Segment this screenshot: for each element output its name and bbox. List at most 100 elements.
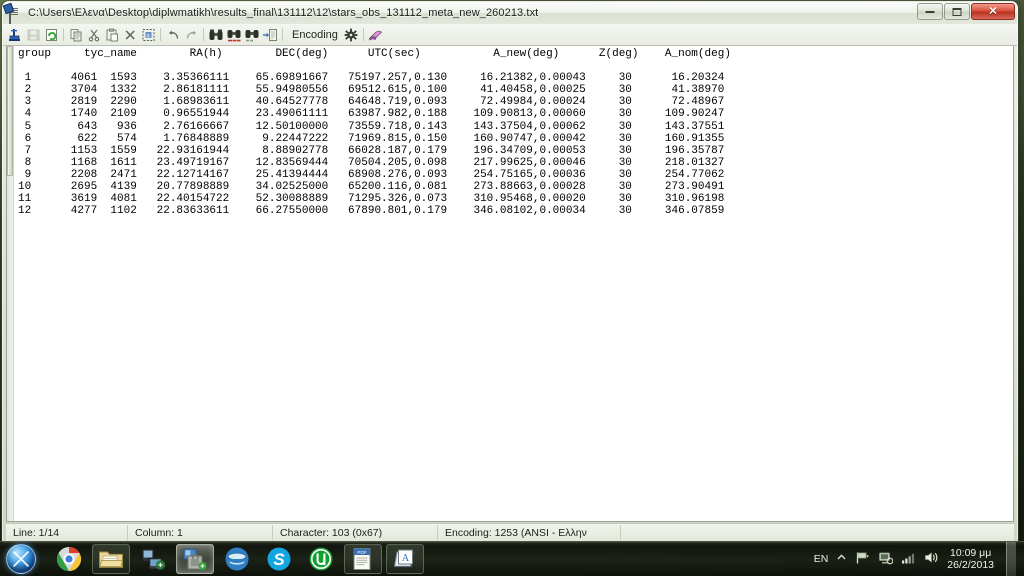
status-column: Column: 1	[128, 525, 273, 541]
copy-icon	[70, 28, 81, 41]
open-file-button[interactable]	[6, 26, 24, 43]
status-character: Character: 103 (0x67)	[273, 525, 438, 541]
taskbar-utorrent[interactable]	[302, 544, 340, 574]
taskbar-explorer[interactable]	[92, 544, 130, 574]
binoculars-previous-icon	[245, 29, 259, 41]
status-trailing	[621, 525, 1014, 541]
undo-button[interactable]	[164, 26, 182, 43]
taskbar-notepad2[interactable]: A	[386, 544, 424, 574]
floppy-disk-icon	[27, 29, 39, 40]
copy-button[interactable]	[67, 26, 85, 43]
status-encoding: Encoding: 1253 (ANSI - Ελλην	[438, 525, 621, 541]
minimize-button[interactable]	[917, 3, 943, 20]
volume-button[interactable]	[924, 551, 939, 567]
select-all-button[interactable]: a	[139, 26, 157, 43]
folder-explorer-icon	[99, 551, 124, 568]
show-desktop-button[interactable]	[1006, 542, 1016, 576]
minimize-icon	[925, 10, 935, 13]
svg-text:PDF: PDF	[357, 550, 366, 555]
goto-line-button[interactable]	[261, 26, 279, 43]
toolbar-separator	[360, 27, 367, 42]
toolbar-separator	[279, 27, 286, 42]
vertical-scrollbar[interactable]	[7, 46, 14, 521]
taskbar-devices[interactable]	[134, 544, 172, 574]
gear-icon	[344, 28, 358, 41]
goto-page-icon	[263, 28, 277, 41]
svg-text:A: A	[402, 553, 410, 564]
x-cross-icon	[125, 29, 135, 40]
chevron-up-icon	[837, 554, 846, 560]
scrollbar-thumb[interactable]	[7, 46, 13, 176]
editor-area[interactable]: group tyc_name RA(h) DEC(deg) UTC(sec) A…	[6, 46, 1014, 522]
encoding-settings-button[interactable]	[342, 26, 360, 43]
taskbar-pdf[interactable]: PDF	[344, 544, 382, 574]
action-center-button[interactable]	[855, 551, 870, 568]
network-status-button[interactable]	[878, 551, 894, 568]
close-button[interactable]: ✕	[971, 3, 1015, 20]
clipboard-icon	[106, 28, 118, 41]
pdf-document-icon: PDF	[353, 548, 371, 570]
save-file-button[interactable]	[24, 26, 42, 43]
signal-strength-button[interactable]	[901, 552, 916, 567]
text-document-icon	[9, 5, 23, 24]
action-center-flag-icon	[857, 552, 870, 563]
start-button[interactable]	[2, 543, 40, 575]
paste-button[interactable]	[103, 26, 121, 43]
blue-swirl-icon	[225, 547, 249, 571]
status-line: Line: 1/14	[6, 525, 128, 541]
locked-folder-icon	[183, 548, 207, 570]
binoculars-next-icon	[227, 29, 241, 41]
toolbar-separator	[200, 27, 207, 42]
text-editor-icon: A	[393, 549, 414, 568]
find-next-button[interactable]	[225, 26, 243, 43]
windows-start-orb-icon	[6, 544, 36, 574]
svg-text:S: S	[273, 550, 285, 569]
system-tray: EN 10:09 μμ 26/2/2013	[814, 542, 1024, 576]
main-toolbar: a Encoding	[3, 24, 1017, 46]
find-previous-button[interactable]	[243, 26, 261, 43]
editor-text-content[interactable]: group tyc_name RA(h) DEC(deg) UTC(sec) A…	[14, 46, 1013, 521]
toolbar-separator	[60, 27, 67, 42]
window-controls: ✕	[917, 3, 1015, 20]
refresh-page-icon	[45, 28, 57, 41]
tray-language[interactable]: EN	[814, 553, 829, 565]
scissors-icon	[88, 29, 99, 41]
select-all-icon: a	[142, 28, 154, 41]
taskbar-secure-folder[interactable]	[176, 544, 214, 574]
delete-button[interactable]	[121, 26, 139, 43]
reload-file-button[interactable]	[42, 26, 60, 43]
taskbar-items: S PDF A	[50, 544, 424, 574]
chrome-icon	[56, 547, 82, 571]
notepad2-window: C:\Users\Ελενα\Desktop\diplwmatikh\resul…	[2, 1, 1018, 543]
binoculars-icon	[209, 29, 223, 40]
redo-arrow-icon	[186, 30, 196, 39]
clock-time: 10:09 μμ	[949, 547, 992, 559]
status-bar: Line: 1/14 Column: 1 Character: 103 (0x6…	[6, 523, 1014, 542]
encoding-menu-label[interactable]: Encoding	[286, 29, 342, 41]
maximize-button[interactable]	[944, 3, 970, 20]
taskbar-blue-app[interactable]	[218, 544, 256, 574]
toolbar-separator	[157, 27, 164, 42]
taskbar-clock[interactable]: 10:09 μμ 26/2/2013	[947, 547, 994, 571]
maximize-icon	[952, 7, 962, 16]
clock-date: 26/2/2013	[947, 559, 994, 571]
find-button[interactable]	[207, 26, 225, 43]
redo-button[interactable]	[182, 26, 200, 43]
close-icon: ✕	[988, 5, 998, 17]
volume-icon	[925, 552, 938, 563]
window-titlebar[interactable]: C:\Users\Ελενα\Desktop\diplwmatikh\resul…	[3, 2, 1017, 24]
book-icon	[369, 30, 383, 41]
network-icon	[879, 552, 894, 564]
help-button[interactable]	[367, 26, 385, 43]
window-title: C:\Users\Ελενα\Desktop\diplwmatikh\resul…	[28, 7, 539, 19]
utorrent-icon	[309, 547, 333, 571]
undo-arrow-icon	[168, 30, 178, 39]
skype-icon: S	[267, 547, 291, 571]
show-hidden-icons-button[interactable]	[836, 552, 847, 566]
taskbar-skype[interactable]: S	[260, 544, 298, 574]
devices-icon	[141, 548, 166, 570]
taskbar-chrome[interactable]	[50, 544, 88, 574]
open-folder-icon	[8, 28, 20, 41]
cut-button[interactable]	[85, 26, 103, 43]
windows-taskbar: S PDF A EN 10:09 μμ 26/2/2013	[0, 541, 1024, 576]
